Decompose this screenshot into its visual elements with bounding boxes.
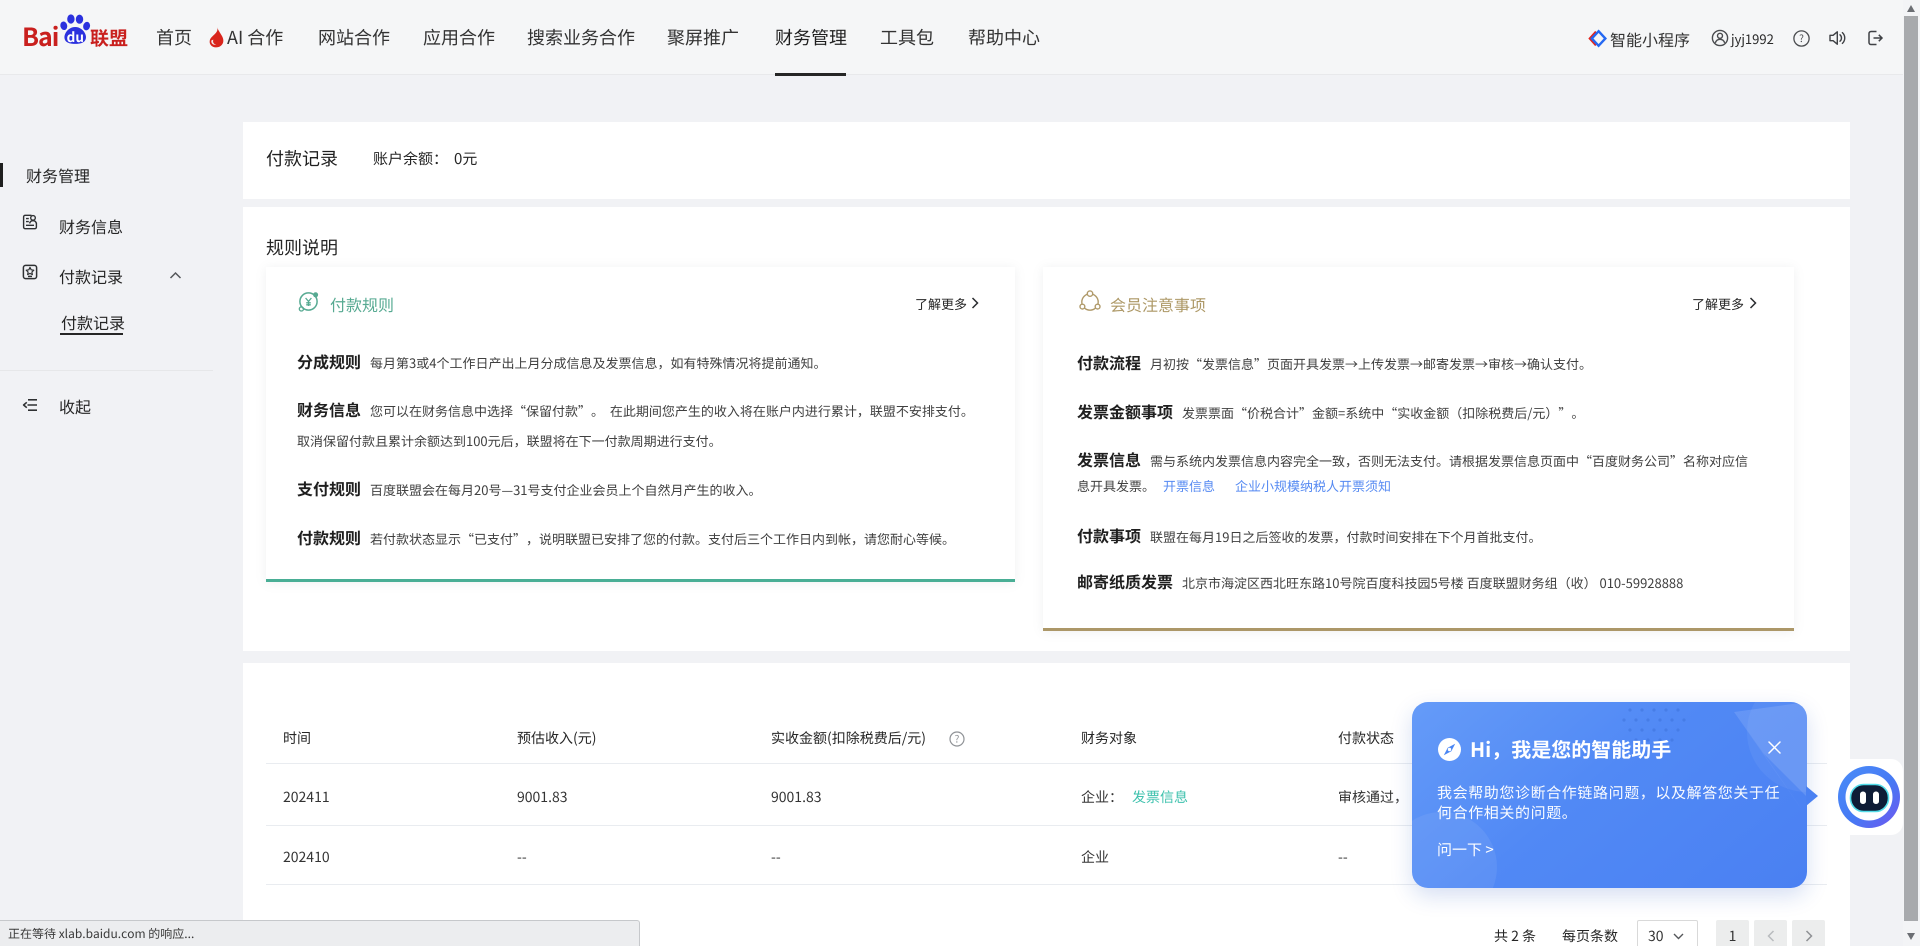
svg-text:du: du [67,26,84,46]
svg-text:?: ? [955,731,960,746]
svg-text:?: ? [1799,30,1804,45]
